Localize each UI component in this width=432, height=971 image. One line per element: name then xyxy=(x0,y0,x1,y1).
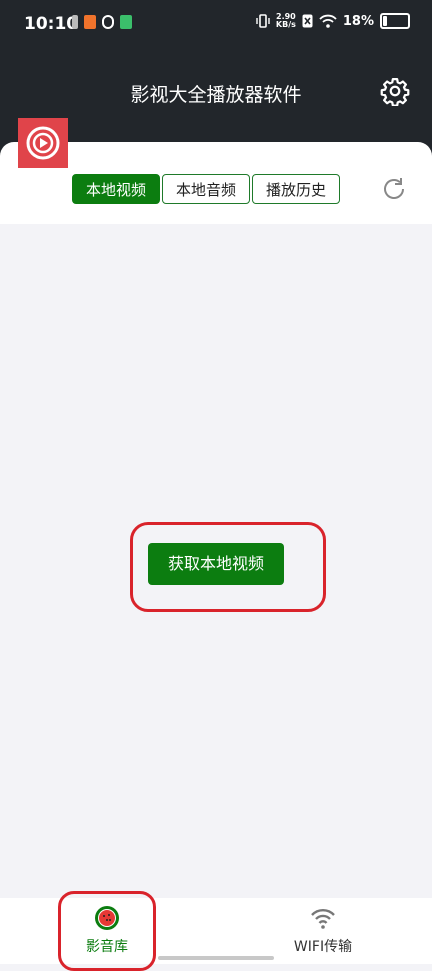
wifi-icon xyxy=(311,909,335,929)
battery-icon xyxy=(380,13,410,29)
media-tabs: 本地视频 本地音频 播放历史 xyxy=(72,174,341,204)
vibrate-icon xyxy=(256,14,270,28)
net-speed: 2.90 KB/s xyxy=(276,13,296,29)
no-sim-icon xyxy=(302,14,313,28)
status-bar: 10:10 2.90 KB/s 18% xyxy=(0,0,432,48)
tab-local-video[interactable]: 本地视频 xyxy=(72,174,161,204)
notification-icons xyxy=(72,15,132,29)
gear-icon[interactable] xyxy=(380,76,410,106)
app-notification-icon xyxy=(84,15,96,29)
nav-item-library[interactable]: 影音库 xyxy=(80,904,134,956)
nav-label-library: 影音库 xyxy=(86,939,128,955)
wifi-status-icon xyxy=(319,14,337,28)
tab-local-audio[interactable]: 本地音频 xyxy=(162,174,251,204)
battery-percent: 18% xyxy=(342,13,374,29)
app-logo xyxy=(18,118,68,168)
status-time: 10:10 xyxy=(24,14,79,34)
nav-label-wifi: WIFI传输 xyxy=(293,939,353,955)
tab-play-history[interactable]: 播放历史 xyxy=(252,174,341,204)
chat-notification-icon xyxy=(120,15,132,29)
video-play-logo-icon xyxy=(26,126,60,160)
fetch-local-video-button[interactable]: 获取本地视频 xyxy=(148,543,284,585)
nav-item-wifi[interactable]: WIFI传输 xyxy=(286,904,360,956)
net-speed-unit: KB/s xyxy=(275,20,296,29)
watermelon-icon xyxy=(95,906,119,930)
battery-level-fill xyxy=(383,16,387,26)
status-right: 2.90 KB/s 18% xyxy=(256,13,410,29)
home-indicator[interactable] xyxy=(158,956,274,960)
link-notification-icon xyxy=(102,15,114,29)
page-title: 影视大全播放器软件 xyxy=(130,84,302,106)
refresh-icon[interactable] xyxy=(380,175,408,203)
sim-icon xyxy=(72,15,78,29)
bottom-nav: 影音库 WIFI传输 xyxy=(0,898,432,964)
